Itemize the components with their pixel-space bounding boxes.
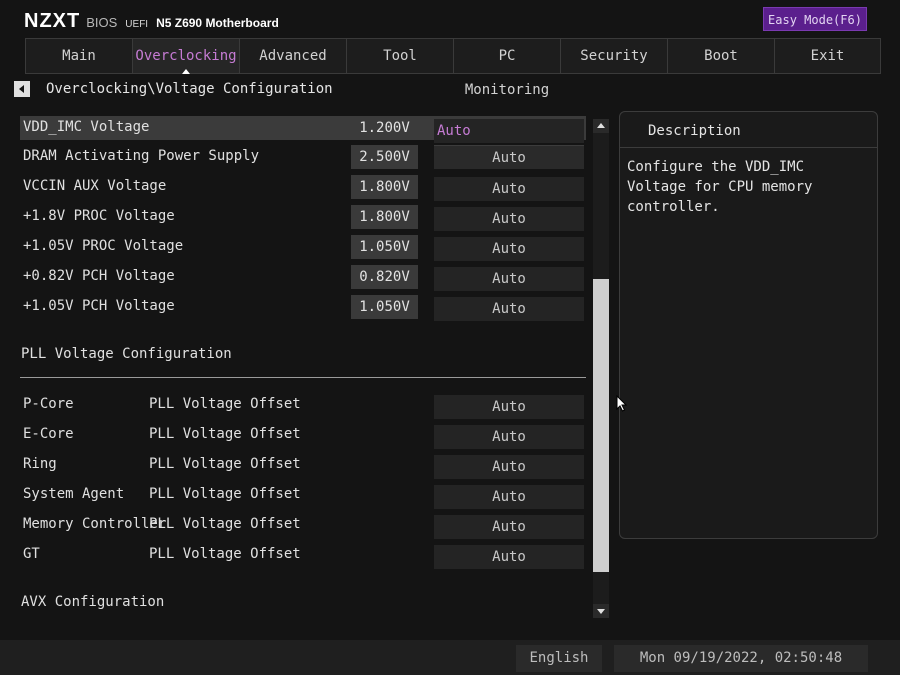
pll-label: P-Core: [23, 396, 74, 412]
setting-row-1-8v-proc[interactable]: +1.8V PROC Voltage 1.800V Auto: [20, 205, 586, 231]
description-text: Configure the VDD_IMC Voltage for CPU me…: [627, 159, 813, 215]
voltage-readout: 1.800V: [351, 205, 418, 229]
setting-label: VCCIN AUX Voltage: [23, 178, 167, 194]
voltage-readout: 1.200V: [359, 120, 410, 136]
option-selector[interactable]: Auto: [434, 395, 584, 419]
voltage-readout: 1.050V: [351, 235, 418, 259]
pll-row-ring[interactable]: Ring PLL Voltage Offset Auto: [20, 453, 586, 479]
pll-sub-label: PLL Voltage Offset: [149, 426, 301, 442]
scroll-thumb[interactable]: [593, 279, 609, 572]
pll-row-e-core[interactable]: E-Core PLL Voltage Offset Auto: [20, 423, 586, 449]
option-selector[interactable]: Auto: [434, 119, 584, 143]
tab-main[interactable]: Main: [25, 38, 132, 74]
scroll-up-arrow-icon[interactable]: [593, 119, 609, 133]
tab-boot[interactable]: Boot: [667, 38, 774, 74]
brand-header: NZXT BIOS UEFI N5 Z690 Motherboard: [24, 10, 279, 34]
option-selector[interactable]: Auto: [434, 267, 584, 291]
breadcrumb: Overclocking\Voltage Configuration: [46, 81, 333, 97]
option-selector[interactable]: Auto: [434, 207, 584, 231]
section-divider: [20, 377, 586, 378]
scrollbar[interactable]: [593, 119, 609, 618]
easy-mode-button[interactable]: Easy Mode(F6): [763, 7, 867, 31]
setting-row-vccin-aux[interactable]: VCCIN AUX Voltage 1.800V Auto: [20, 175, 586, 201]
pll-row-system-agent[interactable]: System Agent PLL Voltage Offset Auto: [20, 483, 586, 509]
setting-row-0-82v-pch[interactable]: +0.82V PCH Voltage 0.820V Auto: [20, 265, 586, 291]
pll-sub-label: PLL Voltage Offset: [149, 396, 301, 412]
option-selector[interactable]: Auto: [434, 515, 584, 539]
pll-sub-label: PLL Voltage Offset: [149, 516, 301, 532]
pll-row-p-core[interactable]: P-Core PLL Voltage Offset Auto: [20, 393, 586, 419]
voltage-readout: 2.500V: [351, 145, 418, 169]
pll-label: System Agent: [23, 486, 125, 502]
description-title: Description: [620, 112, 877, 148]
voltage-readout: 1.800V: [351, 175, 418, 199]
pll-sub-label: PLL Voltage Offset: [149, 546, 301, 562]
setting-row-vdd-imc[interactable]: VDD_IMC Voltage 1.200V Auto: [20, 116, 586, 143]
bios-label: BIOS: [86, 15, 118, 30]
tab-security[interactable]: Security: [560, 38, 667, 74]
uefi-label: UEFI: [125, 19, 149, 30]
scroll-down-arrow-icon[interactable]: [593, 604, 609, 618]
option-selector[interactable]: Auto: [434, 545, 584, 569]
setting-label: +1.05V PCH Voltage: [23, 298, 175, 314]
tab-pc-monitoring[interactable]: PC Monitoring: [453, 38, 560, 98]
setting-label: DRAM Activating Power Supply: [23, 148, 260, 164]
tab-advanced[interactable]: Advanced: [239, 38, 346, 74]
board-name: N5 Z690 Motherboard: [156, 16, 279, 30]
setting-row-1-05v-proc[interactable]: +1.05V PROC Voltage 1.050V Auto: [20, 235, 586, 261]
voltage-readout: 0.820V: [351, 265, 418, 289]
setting-label: +0.82V PCH Voltage: [23, 268, 175, 284]
voltage-readout: 1.050V: [351, 295, 418, 319]
pll-sub-label: PLL Voltage Offset: [149, 486, 301, 502]
description-panel: Description Configure the VDD_IMC Voltag…: [619, 111, 878, 539]
setting-label: +1.05V PROC Voltage: [23, 238, 184, 254]
pll-row-memory-controller[interactable]: Memory Controller PLL Voltage Offset Aut…: [20, 513, 586, 539]
datetime-display: Mon 09/19/2022, 02:50:48: [614, 645, 868, 672]
main-tabs: Main Overclocking Advanced Tool PC Monit…: [25, 38, 883, 98]
pll-section-title: PLL Voltage Configuration: [21, 346, 232, 362]
option-selector[interactable]: Auto: [434, 485, 584, 509]
option-selector[interactable]: Auto: [434, 297, 584, 321]
tab-tool[interactable]: Tool: [346, 38, 453, 74]
breadcrumb-row: Overclocking\Voltage Configuration: [14, 80, 333, 98]
brand-logo: NZXT: [24, 10, 81, 32]
pll-sub-label: PLL Voltage Offset: [149, 456, 301, 472]
pll-row-gt[interactable]: GT PLL Voltage Offset Auto: [20, 543, 586, 569]
option-selector[interactable]: Auto: [434, 237, 584, 261]
language-selector[interactable]: English: [516, 645, 602, 672]
setting-label: +1.8V PROC Voltage: [23, 208, 175, 224]
back-arrow-icon[interactable]: [14, 81, 30, 97]
pll-label: E-Core: [23, 426, 74, 442]
option-selector[interactable]: Auto: [434, 455, 584, 479]
pll-label: Memory Controller: [23, 516, 167, 532]
avx-section-title[interactable]: AVX Configuration: [21, 594, 164, 610]
mouse-cursor-icon: [616, 395, 628, 412]
pll-label: Ring: [23, 456, 57, 472]
tab-exit[interactable]: Exit: [774, 38, 881, 74]
setting-row-dram-activating[interactable]: DRAM Activating Power Supply 2.500V Auto: [20, 145, 586, 169]
option-selector[interactable]: Auto: [434, 145, 584, 169]
option-selector[interactable]: Auto: [434, 425, 584, 449]
setting-label: VDD_IMC Voltage: [23, 119, 150, 135]
tab-overclocking[interactable]: Overclocking: [132, 38, 239, 74]
pll-label: GT: [23, 546, 40, 562]
setting-row-1-05v-pch[interactable]: +1.05V PCH Voltage 1.050V Auto: [20, 295, 586, 321]
option-selector[interactable]: Auto: [434, 177, 584, 201]
